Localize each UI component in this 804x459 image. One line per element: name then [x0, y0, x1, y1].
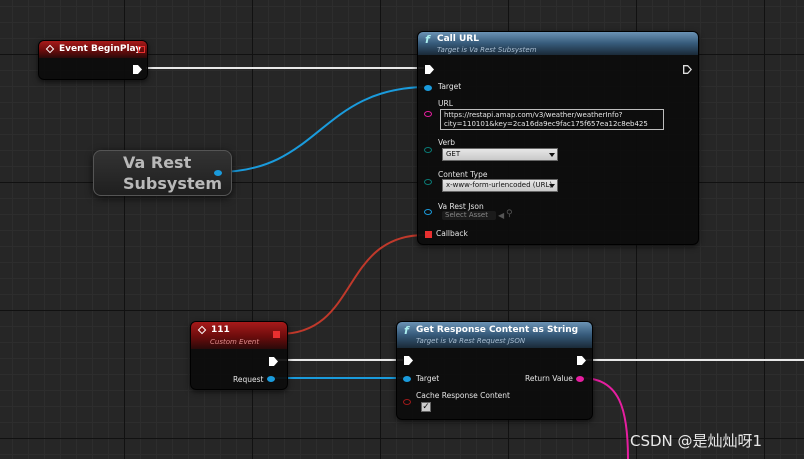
varest-subsystem-title-line1: Va Rest	[123, 153, 192, 172]
chevron-down-icon	[549, 184, 555, 188]
url-input[interactable]: https://restapi.amap.com/v3/weather/weat…	[440, 109, 664, 130]
varest-json-pin[interactable]	[424, 209, 432, 215]
function-icon: f	[404, 324, 409, 337]
node-title: Get Response Content as String	[416, 325, 579, 335]
event-beginplay-node[interactable]: Event BeginPlay	[38, 40, 148, 80]
content-type-value: x-www-form-urlencoded (URL)	[446, 181, 553, 189]
request-pin[interactable]	[267, 376, 275, 382]
target-pin[interactable]	[403, 376, 411, 382]
function-icon: f	[425, 33, 430, 46]
url-line-1: https://restapi.amap.com/v3/weather/weat…	[444, 111, 623, 119]
chevron-down-icon	[549, 153, 555, 157]
exec-in-pin[interactable]	[425, 65, 434, 74]
exec-out-pin[interactable]	[133, 65, 142, 74]
get-response-content-node[interactable]: f Get Response Content as String Target …	[396, 321, 593, 420]
cache-response-label: Cache Response Content	[416, 391, 510, 400]
cache-response-pin[interactable]	[403, 399, 411, 405]
varest-json-label: Va Rest Json	[438, 202, 484, 211]
url-label: URL	[438, 99, 453, 108]
node-title: 111	[211, 325, 230, 335]
node-subtitle: Target is Va Rest Subsystem	[437, 46, 537, 54]
select-asset-dropdown[interactable]: Select Asset	[442, 211, 496, 220]
url-pin[interactable]	[424, 111, 432, 117]
varest-subsystem-title-line2: Subsystem	[123, 174, 223, 193]
content-type-pin[interactable]	[424, 179, 432, 185]
node-title: Event BeginPlay	[59, 44, 142, 54]
request-label: Request	[233, 375, 264, 384]
use-selected-asset-icon[interactable]: ◀	[498, 211, 504, 220]
exec-out-pin[interactable]	[577, 356, 586, 365]
return-value-label: Return Value	[525, 374, 573, 383]
url-line-2: city=110101&key=2ca16da9ec9fac175f657ea1…	[444, 120, 648, 128]
watermark-text: CSDN @是灿灿呀1	[630, 432, 763, 450]
target-pin[interactable]	[424, 85, 432, 91]
verb-value: GET	[446, 150, 461, 158]
exec-in-pin[interactable]	[404, 356, 413, 365]
verb-label: Verb	[438, 138, 456, 147]
node-subtitle: Custom Event	[210, 338, 260, 346]
callback-label: Callback	[436, 229, 468, 238]
object-wire-subsystem-to-target[interactable]	[217, 86, 429, 173]
call-url-node[interactable]: f Call URL Target is Va Rest Subsystem T…	[417, 31, 699, 245]
verb-dropdown[interactable]: GET	[442, 148, 558, 161]
verb-pin[interactable]	[424, 147, 432, 153]
exec-out-pin[interactable]	[269, 357, 278, 366]
content-type-dropdown[interactable]: x-www-form-urlencoded (URL)	[442, 179, 558, 192]
subsystem-output-pin[interactable]	[214, 170, 222, 176]
delegate-pin-icon[interactable]	[273, 331, 280, 338]
content-type-label: Content Type	[438, 170, 488, 179]
browse-asset-icon[interactable]: ⚲	[506, 210, 513, 219]
callback-pin[interactable]	[425, 231, 432, 238]
exec-out-pin[interactable]	[683, 65, 692, 74]
varest-subsystem-node[interactable]: Va Rest Subsystem	[93, 150, 232, 196]
target-label: Target	[416, 374, 440, 383]
cache-response-checkbox[interactable]: ✓	[421, 402, 431, 412]
delegate-pin-icon[interactable]	[138, 46, 145, 53]
select-asset-label: Select Asset	[445, 211, 488, 219]
node-title: Call URL	[437, 34, 479, 44]
delegate-wire-customevent-to-callback[interactable]	[278, 234, 426, 335]
return-value-pin[interactable]	[576, 376, 584, 382]
node-subtitle: Target is Va Rest Request JSON	[416, 337, 526, 345]
custom-event-node[interactable]: 111 Custom Event Request	[190, 321, 288, 390]
target-label: Target	[438, 82, 462, 91]
